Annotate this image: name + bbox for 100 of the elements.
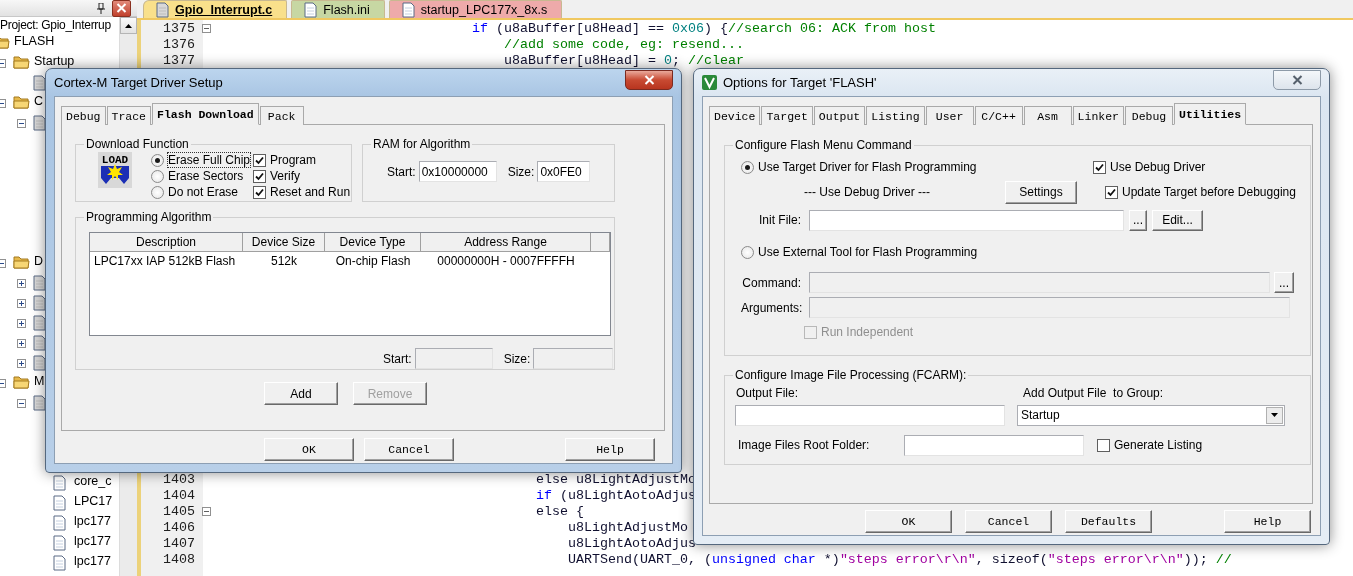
close-button[interactable]	[625, 69, 673, 90]
window-title: Options for Target 'FLASH'	[723, 75, 877, 90]
tab[interactable]: Trace	[106, 106, 152, 125]
table-cell-text: 00000000H - 0007FFFFH	[436, 254, 576, 268]
tree-item[interactable]: lpc177	[74, 554, 111, 568]
tree-item[interactable]: M	[34, 374, 45, 388]
file-tab[interactable]: startup_LPC177x_8x.s	[388, 0, 563, 18]
option-label: Do not Erase	[168, 185, 239, 199]
file-tab[interactable]: Gpio_Interrupt.c	[143, 0, 288, 18]
line-number: 1408	[162, 551, 196, 567]
window-title: Cortex-M Target Driver Setup	[54, 75, 223, 90]
input-field[interactable]: 0x10000000	[418, 161, 497, 182]
tab[interactable]: Utilities	[1174, 103, 1247, 125]
collapse-icon[interactable]	[17, 118, 26, 128]
radio-button[interactable]	[741, 245, 754, 259]
code-line: u8LightAdjustMo	[566, 519, 688, 535]
radio-button[interactable]	[741, 160, 754, 174]
tree-item[interactable]: C	[34, 94, 44, 108]
group-select[interactable]: Startup	[1017, 404, 1285, 426]
field-label: Add Output File to Group:	[1023, 386, 1164, 400]
dialog-button[interactable]: Help	[565, 438, 655, 461]
tree-item[interactable]: D	[34, 254, 44, 268]
collapse-icon[interactable]	[0, 378, 6, 388]
dialog-button[interactable]: OK	[865, 510, 952, 533]
input-field[interactable]	[809, 209, 1124, 231]
dialog-button[interactable]: Add	[264, 382, 338, 405]
browse-button[interactable]: ...	[1129, 209, 1147, 231]
option-label: Erase Sectors	[168, 169, 244, 183]
expand-icon[interactable]	[17, 298, 26, 308]
fold-icon[interactable]	[201, 23, 211, 33]
expand-icon[interactable]	[17, 318, 26, 328]
input-field[interactable]	[533, 348, 614, 369]
tab[interactable]: Linker	[1072, 106, 1124, 125]
tab[interactable]: Flash Download	[152, 103, 259, 125]
tab[interactable]: Target	[761, 106, 813, 125]
load-icon: LOAD	[98, 152, 132, 188]
dropdown-arrow-icon	[1271, 413, 1278, 417]
checkbox[interactable]	[1105, 185, 1118, 199]
checkbox[interactable]	[253, 185, 266, 199]
dialog-button[interactable]: OK	[264, 438, 354, 461]
collapse-icon[interactable]	[0, 58, 6, 68]
tab[interactable]: Device	[709, 106, 761, 125]
radio-button[interactable]	[151, 185, 164, 199]
settings-button[interactable]: Settings	[1005, 180, 1077, 204]
collapse-icon[interactable]	[0, 98, 6, 108]
tab[interactable]: User	[925, 106, 974, 125]
column-header[interactable]: Device Type	[325, 233, 421, 251]
file-icon	[53, 495, 66, 511]
tab[interactable]: Debug	[1125, 106, 1173, 125]
dialog-button[interactable]: Defaults	[1065, 510, 1152, 533]
input-field[interactable]	[414, 348, 493, 369]
dialog-button[interactable]: Cancel	[965, 510, 1052, 533]
column-header[interactable]: Address Range	[421, 233, 591, 251]
expand-icon[interactable]	[17, 278, 26, 288]
tab[interactable]: Pack	[259, 106, 304, 125]
line-number: 1405	[162, 503, 196, 519]
radio-button[interactable]	[151, 169, 164, 183]
input-field[interactable]	[904, 434, 1084, 456]
tab[interactable]: Output	[813, 106, 866, 125]
line-number: 1403	[162, 471, 196, 487]
file-icon	[304, 1, 318, 18]
column-header[interactable]: Description	[90, 233, 243, 251]
close-button[interactable]	[112, 0, 131, 17]
scroll-up-icon[interactable]	[125, 23, 132, 28]
tree-item[interactable]: FLASH	[14, 34, 55, 48]
input-field[interactable]: 0x0FE0	[537, 161, 591, 182]
expand-icon[interactable]	[17, 358, 26, 368]
tab[interactable]: Debug	[61, 106, 106, 125]
checkbox[interactable]	[1097, 438, 1110, 452]
option-label: Use Debug Driver	[1110, 160, 1206, 174]
folder-icon	[13, 55, 30, 69]
checkbox[interactable]	[1093, 160, 1106, 174]
tree-item[interactable]: lpc177	[74, 534, 111, 548]
tree-item[interactable]: LPC17	[74, 494, 113, 508]
collapse-icon[interactable]	[0, 258, 6, 268]
tab[interactable]: Asm	[1023, 106, 1072, 125]
dialog-button[interactable]: Cancel	[364, 438, 454, 461]
edit-button[interactable]: Edit...	[1152, 209, 1203, 231]
dialog-button[interactable]: Help	[1224, 510, 1311, 533]
input-field[interactable]	[735, 404, 1005, 426]
file-tab[interactable]: Flash.ini	[291, 0, 385, 18]
option-label: Verify	[270, 169, 300, 183]
radio-button[interactable]	[151, 153, 164, 167]
close-icon	[643, 74, 655, 85]
expand-icon[interactable]	[17, 338, 26, 348]
tab[interactable]: Listing	[866, 106, 925, 125]
collapse-icon[interactable]	[17, 398, 26, 408]
column-header[interactable]: Device Size	[243, 233, 325, 251]
pin-icon[interactable]	[97, 2, 105, 14]
tree-item[interactable]: Startup	[34, 54, 75, 68]
code-line: //add some code, eg: resend...	[502, 36, 744, 52]
checkbox[interactable]	[253, 169, 266, 183]
file-icon	[401, 1, 415, 18]
tree-item[interactable]: core_c	[74, 474, 112, 488]
tab[interactable]: C/C++	[974, 106, 1023, 125]
checkbox[interactable]	[253, 153, 266, 167]
close-button[interactable]	[1273, 69, 1321, 90]
file-icon	[156, 1, 169, 18]
tree-item[interactable]: lpc177	[74, 514, 111, 528]
fold-icon[interactable]	[201, 506, 211, 516]
